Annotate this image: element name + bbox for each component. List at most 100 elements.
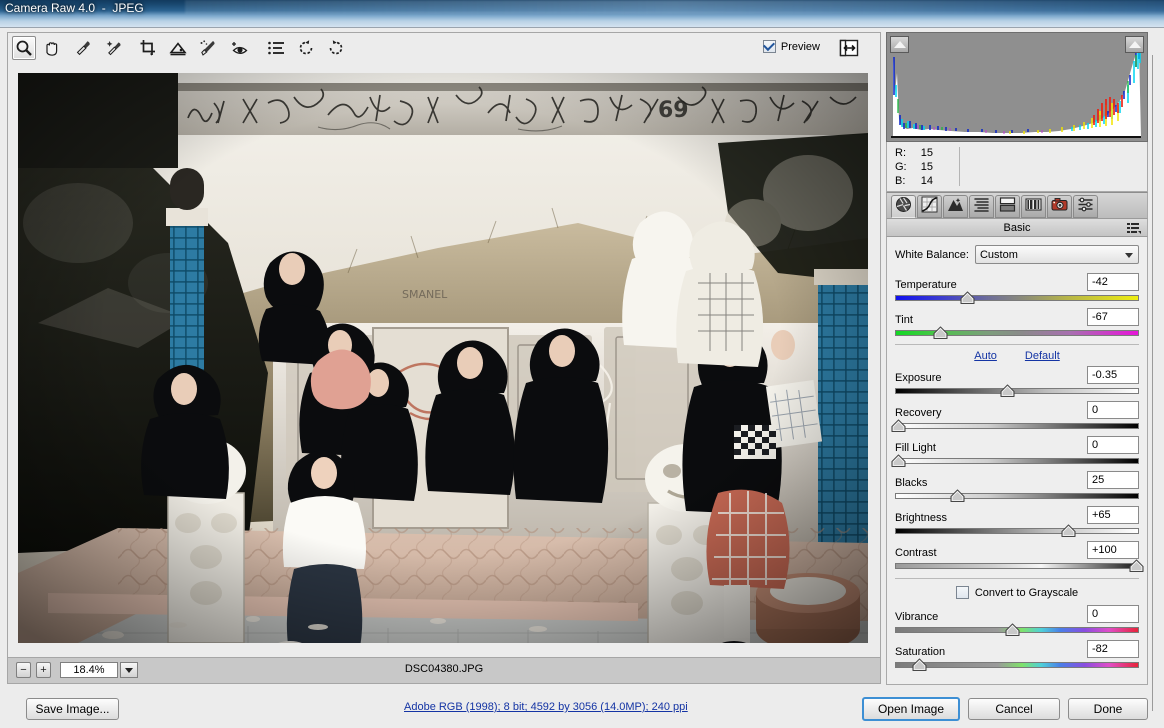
- titlebar-glow: [185, 0, 1164, 14]
- magnifier-icon: [15, 39, 33, 57]
- retouch-brush-icon: [199, 39, 217, 57]
- mountain-icon: [947, 196, 964, 218]
- slider-header: Brightness +65: [895, 506, 1139, 524]
- tab-tone-curve[interactable]: [917, 195, 942, 218]
- slider-temperature[interactable]: Temperature -42: [895, 273, 1139, 305]
- slider-blacks[interactable]: Blacks 25: [895, 471, 1139, 503]
- toggle-fullscreen-icon[interactable]: [838, 38, 860, 58]
- shadow-clipping-button[interactable]: [890, 36, 909, 53]
- tab-detail[interactable]: [943, 195, 968, 218]
- slider-header: Tint -67: [895, 308, 1139, 326]
- slider-value-field[interactable]: +65: [1087, 506, 1139, 524]
- slider-value-field[interactable]: 25: [1087, 471, 1139, 489]
- highlight-clipping-button[interactable]: [1125, 36, 1144, 53]
- slider-recovery[interactable]: Recovery 0: [891, 401, 1139, 433]
- slider-value-field[interactable]: -67: [1087, 308, 1139, 326]
- photograph: 69: [18, 73, 868, 643]
- slider-thumb[interactable]: [960, 291, 975, 305]
- tab-basic[interactable]: [891, 195, 916, 218]
- image-info-link[interactable]: Adobe RGB (1998); 8 bit; 4592 by 3056 (1…: [404, 701, 688, 713]
- triangle-up-icon: [893, 41, 906, 48]
- image-preview-area[interactable]: 69: [18, 73, 868, 643]
- slider-value-field[interactable]: 0: [1087, 436, 1139, 454]
- tab-hsl-grayscale[interactable]: [969, 195, 994, 218]
- slider-tint[interactable]: Tint -67: [895, 308, 1139, 340]
- slider-thumb[interactable]: [1129, 559, 1144, 573]
- preview-checkbox[interactable]: [762, 40, 776, 53]
- slider-value-field[interactable]: -82: [1087, 640, 1139, 658]
- slider-track[interactable]: [891, 454, 1139, 468]
- slider-thumb[interactable]: [949, 489, 965, 503]
- retouch-tool[interactable]: [196, 36, 220, 60]
- slider-label: Exposure: [895, 372, 942, 384]
- lens-icon: [1025, 196, 1042, 218]
- slider-thumb[interactable]: [1000, 384, 1015, 398]
- slider-track[interactable]: [891, 419, 1139, 433]
- slider-track[interactable]: [895, 384, 1139, 398]
- auto-default-row: Auto Default: [895, 344, 1139, 362]
- tab-split-toning[interactable]: [995, 195, 1020, 218]
- slider-track[interactable]: [895, 326, 1139, 340]
- slider-value-field[interactable]: +100: [1087, 541, 1139, 559]
- slider-track[interactable]: [895, 623, 1139, 637]
- curve-icon: [921, 196, 938, 218]
- hand-tool[interactable]: [40, 36, 64, 60]
- settings-pane: R:15 G:15 B:14 f/81/100 s ISO 20018 mm B…: [886, 32, 1148, 685]
- white-balance-tool[interactable]: [72, 36, 96, 60]
- stripes-icon: [973, 196, 990, 218]
- white-balance-select[interactable]: Custom: [974, 245, 1139, 264]
- slider-value-field[interactable]: -0.35: [1087, 366, 1139, 384]
- done-button[interactable]: Done: [1068, 698, 1148, 720]
- panel-menu-icon[interactable]: [1127, 223, 1141, 237]
- eyedropper-icon: [75, 39, 93, 57]
- slider-exposure[interactable]: Exposure -0.35: [895, 366, 1139, 398]
- auto-link[interactable]: Auto: [974, 350, 997, 362]
- slider-label: Blacks: [895, 477, 928, 489]
- rotate-cw-tool[interactable]: [324, 36, 348, 60]
- save-image-button[interactable]: Save Image...: [26, 698, 119, 720]
- aperture-icon: [895, 196, 912, 218]
- slider-thumb[interactable]: [1005, 623, 1020, 637]
- open-image-button[interactable]: Open Image: [862, 697, 960, 721]
- window-title: Camera Raw 4.0 - JPEG: [5, 1, 144, 15]
- color-sampler-tool[interactable]: [102, 36, 126, 60]
- rotate-ccw-tool[interactable]: [294, 36, 318, 60]
- slider-contrast[interactable]: Contrast +100: [895, 541, 1144, 573]
- slider-thumb[interactable]: [1061, 524, 1076, 538]
- slider-value-field[interactable]: -42: [1087, 273, 1139, 291]
- preview-toggle[interactable]: Preview: [762, 40, 820, 53]
- slider-value-field[interactable]: 0: [1087, 605, 1139, 623]
- zoom-tool[interactable]: [12, 36, 36, 60]
- tab-lens-corrections[interactable]: [1021, 195, 1046, 218]
- histogram-panel: [886, 32, 1148, 142]
- slider-track[interactable]: [895, 524, 1139, 538]
- camera-raw-window: Camera Raw 4.0 - JPEG Preview − + 18.4% …: [0, 0, 1164, 728]
- slider-value-field[interactable]: 0: [1087, 401, 1139, 419]
- slider-header: Recovery 0: [895, 401, 1139, 419]
- slider-label: Temperature: [895, 279, 957, 291]
- slider-fill-light[interactable]: Fill Light 0: [891, 436, 1139, 468]
- slider-brightness[interactable]: Brightness +65: [895, 506, 1139, 538]
- preferences-tool[interactable]: [264, 36, 288, 60]
- chevron-down-icon: [1125, 253, 1133, 258]
- cancel-button[interactable]: Cancel: [968, 698, 1060, 720]
- slider-track[interactable]: [895, 559, 1144, 573]
- crop-tool[interactable]: [136, 36, 160, 60]
- slider-vibrance[interactable]: Vibrance 0: [895, 605, 1139, 637]
- slider-header: Temperature -42: [895, 273, 1139, 291]
- slider-track[interactable]: [895, 291, 1139, 305]
- convert-to-grayscale-row[interactable]: Convert to Grayscale: [895, 586, 1139, 599]
- default-link[interactable]: Default: [1025, 350, 1060, 362]
- b-value: 14: [920, 175, 933, 187]
- slider-thumb[interactable]: [891, 454, 906, 468]
- red-eye-tool[interactable]: [228, 36, 252, 60]
- slider-thumb[interactable]: [891, 419, 906, 433]
- white-balance-label: White Balance:: [895, 248, 969, 261]
- slider-track[interactable]: [895, 489, 1139, 503]
- tab-camera-calibration[interactable]: [1047, 195, 1072, 218]
- tab-presets[interactable]: [1073, 195, 1098, 218]
- straighten-icon: [169, 39, 187, 57]
- convert-to-grayscale-checkbox[interactable]: [955, 586, 969, 599]
- slider-thumb[interactable]: [932, 326, 948, 340]
- straighten-tool[interactable]: [166, 36, 190, 60]
